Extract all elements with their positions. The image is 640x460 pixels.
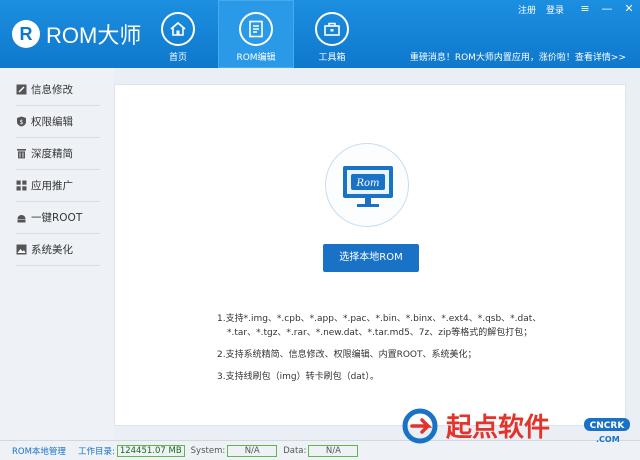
select-local-rom-button[interactable]: 选择本地ROM	[323, 244, 419, 272]
sidebar-item-label: 信息修改	[31, 84, 73, 96]
android-icon	[16, 212, 27, 223]
sidebar-item-app-promo[interactable]: 应用推广	[16, 170, 100, 202]
tab-rom-edit[interactable]: ROM编辑	[218, 0, 294, 68]
monitor-icon: Rom	[343, 166, 393, 207]
top-right-controls: 注册 登录 ≡ — ✕	[518, 0, 640, 18]
sidebar-item-beautify[interactable]: 系统美化	[16, 234, 100, 266]
tab-rom-edit-label: ROM编辑	[236, 53, 276, 63]
monitor-text: Rom	[355, 178, 379, 189]
watermark-brand: 起点软件	[446, 412, 550, 443]
sidebar-item-permission[interactable]: $ 权限编辑	[16, 106, 100, 138]
data-value: N/A	[308, 444, 359, 457]
edit-icon	[16, 84, 27, 95]
system-value: N/A	[227, 444, 278, 457]
announcement-link[interactable]: 重磅消息！ROM大师内置应用，涨价啦！查看详情>>	[410, 50, 626, 63]
tab-toolbox[interactable]: 工具箱	[294, 0, 370, 68]
image-icon	[16, 244, 27, 255]
watermark: 起点软件 CNCRK .COM	[400, 402, 636, 450]
sidebar-item-label: 一键ROOT	[31, 212, 83, 224]
trash-icon	[16, 148, 27, 159]
tab-toolbox-label: 工具箱	[318, 53, 346, 63]
apps-icon	[16, 180, 27, 191]
menu-icon[interactable]: ≡	[574, 0, 596, 18]
rom-local-manage-link[interactable]: ROM本地管理	[12, 445, 66, 457]
logo-mark: R	[12, 20, 40, 48]
main-panel: Rom 选择本地ROM 1.支持*.img、*.cpb、*.app、*.pac、…	[114, 84, 626, 426]
shield-icon: $	[16, 116, 27, 127]
login-link[interactable]: 登录	[546, 3, 564, 16]
register-link[interactable]: 注册	[518, 3, 536, 16]
workdir-value: 124451.07 MB	[116, 444, 185, 457]
minimize-button[interactable]: —	[596, 0, 618, 18]
desc-line-1b: *.tar、*.tgz、*.rar、*.new.dat、*.tar.md5、7z…	[227, 328, 533, 338]
sidebar-item-info-edit[interactable]: 信息修改	[16, 74, 100, 106]
home-icon	[161, 12, 195, 46]
sidebar-item-label: 权限编辑	[31, 116, 73, 128]
sidebar-item-label: 系统美化	[31, 244, 73, 256]
sidebar: 信息修改 $ 权限编辑 深度精简 应用推广 一键ROOT 系统美化	[0, 68, 114, 440]
sidebar-item-root[interactable]: 一键ROOT	[16, 202, 100, 234]
watermark-suffix: .COM	[596, 435, 620, 444]
desc-line-1: 1.支持*.img、*.cpb、*.app、*.pac、*.bin、*.binx…	[217, 314, 542, 324]
tab-home-label: 首页	[168, 53, 187, 63]
data-label: Data:	[283, 445, 307, 456]
watermark-tag: CNCRK	[590, 421, 626, 431]
edit-icon	[239, 12, 273, 46]
close-button[interactable]: ✕	[618, 0, 640, 18]
watermark-logo-icon: 起点软件 CNCRK .COM	[402, 408, 630, 444]
workdir-label: 工作目录:	[77, 446, 115, 457]
desc-line-3: 3.支持线刷包（img）转卡刷包（dat）。	[217, 372, 379, 382]
desc-line-2: 2.支持系统精简、信息修改、权限编辑、内置ROOT、系统美化；	[217, 350, 477, 360]
toolbox-icon	[315, 12, 349, 46]
tab-home[interactable]: 首页	[140, 0, 216, 68]
sidebar-item-label: 深度精简	[31, 148, 73, 160]
app-title: ROM大师	[46, 23, 142, 48]
sidebar-item-slim[interactable]: 深度精简	[16, 138, 100, 170]
sidebar-item-label: 应用推广	[31, 180, 73, 192]
svg-text:$: $	[20, 119, 24, 126]
system-label: System:	[190, 445, 226, 456]
header-bar: R ROM大师 首页 ROM编辑 工具箱 注册 登录 ≡ — ✕ 重磅消息！RO…	[0, 0, 640, 68]
monitor-circle: Rom	[325, 143, 409, 227]
app-logo: R ROM大师	[12, 18, 141, 50]
